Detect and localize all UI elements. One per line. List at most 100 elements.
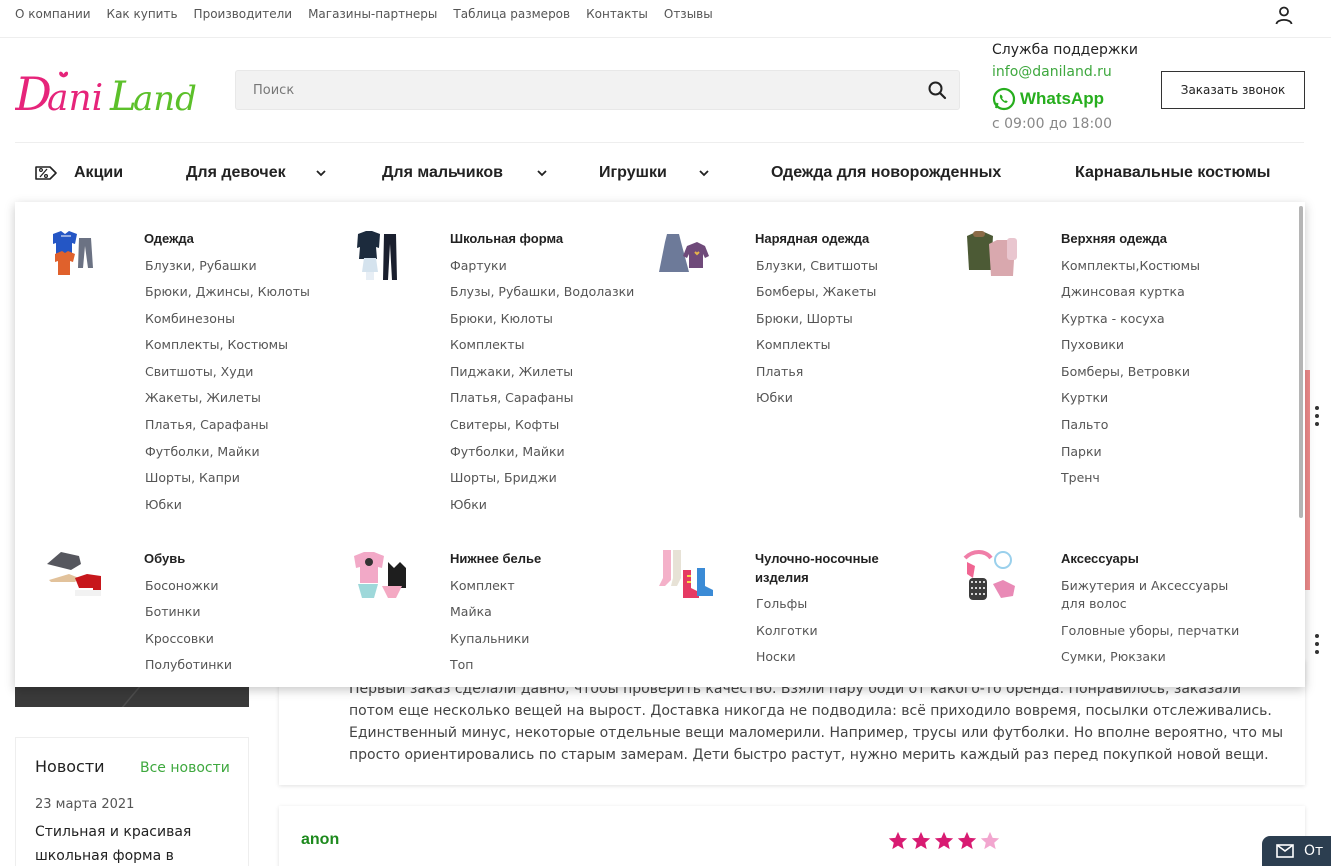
subcategory-link[interactable]: Сумки, Рюкзаки [1061,648,1166,666]
subcategory-link[interactable]: Свитеры, Кофты [450,416,559,434]
subcategory-link[interactable]: Тренч [1061,469,1100,487]
subcategory-link[interactable]: Комплекты, Костюмы [145,336,288,354]
subcategory-link[interactable]: Пиджаки, Жилеты [450,363,573,381]
subcategory-link[interactable]: Шорты, Бриджи [450,469,557,487]
subcategory-link[interactable]: Шорты, Капри [145,469,240,487]
subcategory-link[interactable]: Блузки, Рубашки [145,257,257,275]
subcategory-link[interactable]: Комплекты,Костюмы [1061,257,1200,275]
category-title-outerwear[interactable]: Верхняя одежда [1061,229,1231,248]
subcategory-link[interactable]: Комплекты [756,336,831,354]
top-link-manufacturers[interactable]: Производители [194,7,293,21]
shoes-category-image[interactable] [45,546,105,606]
subcategory-link[interactable]: Брюки, Джинсы, Кюлоты [145,283,310,301]
subcategory-link[interactable]: Платья, Сарафаны [450,389,574,407]
nav-item-newborn[interactable]: Одежда для новорожденных [771,143,1001,203]
subcategory-link[interactable]: Юбки [145,496,182,514]
whatsapp-link[interactable]: WhatsApp [992,86,1152,112]
mega-menu-scrollbar[interactable] [1299,206,1303,518]
subcategory-link[interactable]: Бомберы, Жакеты [756,283,876,301]
subcategory-link[interactable]: Парки [1061,443,1102,461]
nav-item-boys[interactable]: Для мальчиков [382,143,503,203]
subcategory-link[interactable]: Носки [756,648,796,666]
subcategory-link[interactable]: Джинсовая куртка [1061,283,1185,301]
subcategory-link[interactable]: Юбки [756,389,793,407]
category-title-clothing[interactable]: Одежда [144,229,314,248]
subcategory-link[interactable]: Блузки, Свитшоты [756,257,878,275]
accessories-category-image[interactable] [963,546,1023,606]
order-call-button[interactable]: Заказать звонок [1161,71,1305,109]
subcategory-link[interactable]: Комплекты [450,336,525,354]
subcategory-link[interactable]: Топ [450,656,473,674]
subcategory-link[interactable]: Брюки, Кюлоты [450,310,553,328]
chat-widget-button[interactable]: От [1262,836,1331,866]
subcategory-link[interactable]: Платья [756,363,803,381]
subcategory-link[interactable]: Куртка - косуха [1061,310,1165,328]
party-clothing-category-image[interactable] [657,228,717,288]
subcategory-link[interactable]: Фартуки [450,257,507,275]
subcategory-link[interactable]: Комбинезоны [145,310,235,328]
subcategory-link[interactable]: Колготки [756,622,818,640]
whatsapp-icon [992,87,1016,111]
search-input[interactable] [236,71,916,109]
subcategory-link[interactable]: Босоножки [145,577,219,595]
subcategory-link[interactable]: Платья, Сарафаны [145,416,269,434]
subcategory-link[interactable]: Футболки, Майки [145,443,260,461]
chevron-down-icon[interactable] [315,168,327,178]
subcategory-link[interactable]: Куртки [1061,389,1108,407]
subcategory-link[interactable]: Бомберы, Ветровки [1061,363,1190,381]
more-options-icon[interactable] [1307,630,1327,660]
subcategory-link[interactable]: Футболки, Майки [450,443,565,461]
subcategory-link[interactable]: Пуховики [1061,336,1124,354]
category-title-underwear[interactable]: Нижнее белье [450,549,620,568]
subcategory-link[interactable]: Блузы, Рубашки, Водолазки [450,283,634,301]
daniland-logo[interactable]: D ani L and [15,58,210,124]
more-options-icon[interactable] [1307,402,1327,432]
top-link-contacts[interactable]: Контакты [586,7,648,21]
subcategory-link[interactable]: Полуботинки [145,656,232,674]
search-icon[interactable] [927,80,947,100]
subcategory-link[interactable]: Пальто [1061,416,1108,434]
top-link-partner-stores[interactable]: Магазины-партнеры [308,7,437,21]
subcategory-link[interactable]: Свитшоты, Худи [145,363,253,381]
category-title-party-clothing[interactable]: Нарядная одежда [755,229,925,248]
subcategory-link[interactable]: Ботинки [145,603,200,621]
chat-label: От [1304,843,1324,859]
hosiery-category-image[interactable] [657,546,717,606]
subcategory-link[interactable]: Гольфы [756,595,807,613]
subcategory-link[interactable]: Майка [450,603,492,621]
subcategory-link[interactable]: Кроссовки [145,630,214,648]
subcategory-link[interactable]: Бижутерия и Аксессуары для волос [1061,577,1251,613]
nav-item-sales[interactable]: Акции [35,143,123,203]
subcategory-link[interactable]: Комплект [450,577,515,595]
chevron-down-icon[interactable] [536,168,548,178]
news-item-link[interactable]: Стильная и красивая школьная форма в [35,820,235,866]
nav-item-toys[interactable]: Игрушки [599,143,667,203]
subcategory-link[interactable]: Головные уборы, перчатки [1061,622,1239,640]
nav-item-girls[interactable]: Для девочек [186,143,286,203]
all-news-link[interactable]: Все новости [140,760,230,776]
top-link-how-to-buy[interactable]: Как купить [107,7,178,21]
category-title-accessories[interactable]: Аксессуары [1061,549,1231,568]
nav-item-girls-label: Для девочек [186,164,286,181]
subcategory-link[interactable]: Купальники [450,630,529,648]
support-email-link[interactable]: info@daniland.ru [992,62,1152,86]
nav-item-boys-label: Для мальчиков [382,164,503,181]
outerwear-category-image[interactable] [963,228,1023,288]
search-box [235,70,960,110]
category-title-shoes[interactable]: Обувь [144,549,314,568]
top-link-about[interactable]: О компании [15,7,91,21]
subcategory-link[interactable]: Юбки [450,496,487,514]
clothing-category-image[interactable] [45,228,105,288]
subcategory-link[interactable]: Жакеты, Жилеты [145,389,261,407]
subcategory-link[interactable]: Брюки, Шорты [756,310,853,328]
category-title-school-uniform[interactable]: Школьная форма [450,229,620,248]
top-link-size-chart[interactable]: Таблица размеров [453,7,570,21]
news-title: Новости [35,757,105,776]
nav-item-carnival[interactable]: Карнавальные костюмы [1075,143,1270,203]
category-title-hosiery[interactable]: Чулочно-носочные изделия [755,549,925,587]
user-icon[interactable] [1274,5,1294,25]
underwear-category-image[interactable] [352,546,412,606]
top-link-reviews[interactable]: Отзывы [664,7,713,21]
chevron-down-icon[interactable] [698,168,710,178]
school-uniform-category-image[interactable] [352,228,412,288]
